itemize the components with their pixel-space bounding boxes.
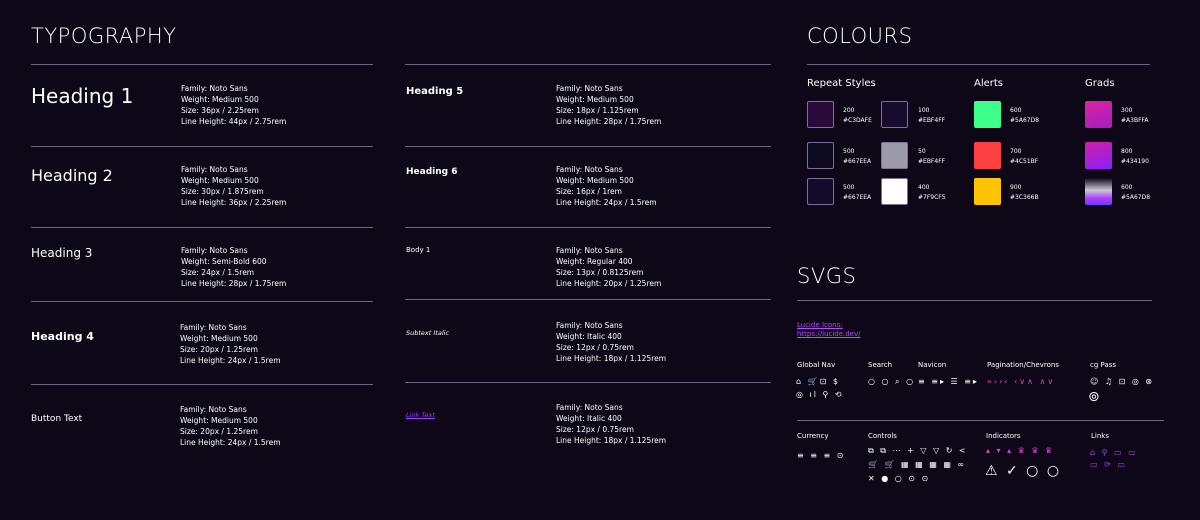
color-swatch-label: 400 #7F9CF5 [918,184,946,201]
body-1-sample: Body 1 [406,246,431,254]
global-nav-icons[interactable]: ⌂ 🛒⊡ $ [796,376,840,388]
divider [31,301,373,302]
link-icons-row2[interactable]: ▭ ⟳ ▭ [1090,459,1127,471]
subtext-italic-sample: Subtext Italic [406,329,450,337]
category-cg-pass: cg Pass [1090,361,1117,369]
subtext-italic-spec: Family: Noto Sans Weight: Italic 400 Siz… [556,321,667,363]
color-swatch-label: 800 #434190 [1121,148,1149,165]
divider [31,64,373,65]
lucide-label: Lucide Icons: https://lucide.dev/ [797,321,861,339]
color-swatch-label: 600 #5A67D8 [1121,184,1151,201]
pagination-chevron-icons[interactable]: »‹›‹ ‹∨∧ ∧∨ [987,376,1055,388]
category-global-nav: Global Nav [797,361,836,369]
color-swatch [974,142,1001,169]
category-links: Links [1091,432,1109,440]
repeat-styles-heading: Repeat Styles [807,78,876,89]
color-swatch [974,178,1001,205]
color-swatch-label: 200 #C3DAFE [843,107,872,124]
alerts-heading: Alerts [974,78,1004,89]
heading-2-spec: Family: Noto Sans Weight: Medium 500 Siz… [181,165,287,207]
heading-6-spec: Family: Noto Sans Weight: Medium 500 Siz… [556,165,657,207]
heading-1-spec: Family: Noto Sans Weight: Medium 500 Siz… [181,84,287,126]
camera-icon[interactable]: ⊚ [1088,389,1102,405]
body-1-spec: Family: Noto Sans Weight: Regular 400 Si… [556,246,662,288]
category-pagination: Pagination/Chevrons [987,361,1059,369]
color-swatch-label: 600 #5A67D8 [1010,107,1040,124]
category-currency: Currency [797,432,829,440]
divider [807,64,1150,65]
svgs-title: SVGS [797,264,857,288]
divider [31,384,373,385]
link-text-spec: Family: Noto Sans Weight: Italic 400 Siz… [556,403,667,445]
category-navicon: Navicon [918,361,947,369]
lucide-link[interactable]: https://lucide.dev/ [797,330,861,338]
divider [405,227,771,228]
color-swatch [881,101,908,128]
color-swatch-label: 100 #EBF4FF [918,107,946,124]
controls-icons[interactable]: ⧉ ⧉ ⋯ + ▽ ▽ ↻ < [868,445,968,457]
gradient-swatch [1085,101,1112,128]
divider [405,146,771,147]
color-swatch-label: 500 #667EEA [843,148,872,165]
heading-6-sample: Heading 6 [406,167,458,177]
gradient-swatch [1085,142,1112,169]
heading-2-sample: Heading 2 [31,166,113,185]
color-swatch [807,178,834,205]
heading-4-spec: Family: Noto Sans Weight: Medium 500 Siz… [180,323,281,365]
colours-title: COLOURS [807,24,913,48]
warning-check-icons: ⚠ ✓ ○ ○ [985,463,1062,479]
divider [797,420,1164,421]
divider [405,64,771,65]
color-swatch [881,178,908,205]
heading-1-sample: Heading 1 [31,84,134,108]
divider [31,146,373,147]
category-search: Search [868,361,893,369]
color-swatch-label: 500 #667EEA [843,184,872,201]
cg-pass-icons[interactable]: ☺ ♫ ⊡ ◎ ⊗ [1090,376,1154,388]
link-icons[interactable]: ⌂ ⚲ ▭ ▭ [1090,447,1138,459]
heading-3-sample: Heading 3 [31,246,93,260]
controls-toggle-icons[interactable]: ✕ ● ○ ⊙ ⊙ [868,473,930,485]
gradient-swatch [1085,178,1112,205]
color-swatch-label: 50 #EBF4FF [918,148,946,165]
color-swatch-label: 900 #3C366B [1010,184,1039,201]
currency-icons[interactable]: ≡ ≡ ≡ ⊙ [797,450,845,462]
heading-5-spec: Family: Noto Sans Weight: Medium 500 Siz… [556,84,662,126]
button-text-spec: Family: Noto Sans Weight: Medium 500 Siz… [180,405,281,447]
color-swatch [974,101,1001,128]
global-nav-icons-row2[interactable]: ◎ ıl ⚲ ⟲ [796,389,844,401]
category-controls: Controls [868,432,897,440]
controls-icons-row2[interactable]: 🛒 🛒 ▦ ▦ ▦ ▦ ∞ [868,459,966,471]
color-swatch-label: 700 #4C51BF [1010,148,1039,165]
indicator-icons: ▴ ▾ ▴ ♛ ♛ ♛ [986,446,1055,455]
color-swatch [807,101,834,128]
lucide-label-text: Lucide Icons: [797,321,843,329]
category-indicators: Indicators [986,432,1021,440]
search-icons[interactable]: ○ ○ ⌕ ○ [868,376,915,388]
typography-title: TYPOGRAPHY [31,24,177,48]
heading-5-sample: Heading 5 [406,86,464,97]
navicon-icons[interactable]: ≡ ≡▸ ☰ ≡▸ [918,376,979,388]
heading-3-spec: Family: Noto Sans Weight: Semi-Bold 600 … [181,246,287,288]
button-text-sample: Button Text [31,414,83,424]
link-text-sample[interactable]: Link Text [406,411,435,419]
color-swatch [807,142,834,169]
divider [405,299,771,300]
color-swatch-label: 300 #A3BFFA [1121,107,1149,124]
divider [405,382,771,383]
divider [31,227,373,228]
divider [797,300,1152,301]
color-swatch [881,142,908,169]
heading-4-sample: Heading 4 [31,330,94,343]
grads-heading: Grads [1085,78,1115,89]
